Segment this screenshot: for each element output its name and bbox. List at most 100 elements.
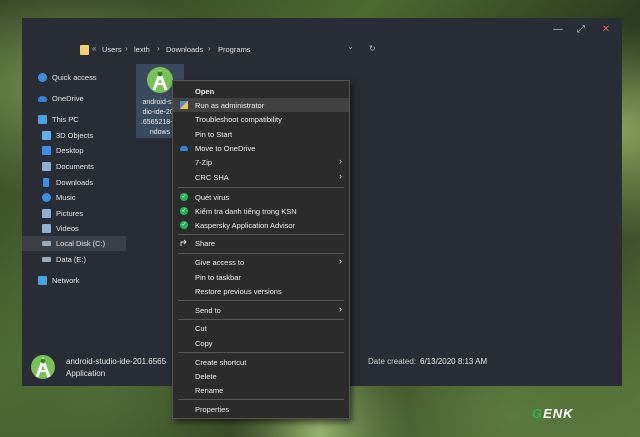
submenu-arrow-icon: › [339,156,342,166]
breadcrumb-downloads[interactable]: Downloads [166,45,203,54]
shield-icon [180,101,188,109]
menu-item-delete[interactable]: Delete [173,369,349,383]
nav-label: 3D Objects [56,131,94,140]
video-icon [42,224,51,233]
breadcrumb-separator: › [125,44,128,53]
computer-icon [38,115,47,124]
disk-icon [42,257,51,262]
nav-label: Music [56,193,76,202]
menu-item-properties[interactable]: Properties [173,402,349,416]
share-icon [180,239,187,246]
menu-separator [178,187,344,188]
submenu-arrow-icon: › [339,171,342,181]
breadcrumb-lexth[interactable]: lexth [134,45,150,54]
nav-label: Local Disk (C:) [56,239,106,248]
nav-item-documents[interactable]: Documents [22,159,126,174]
star-icon [38,73,47,82]
desktop-icon [42,146,51,155]
menu-item-open[interactable]: Open [173,84,349,98]
title-bar: — ⤢ ✕ [22,18,622,42]
music-icon [42,193,51,202]
nav-label: This PC [52,115,79,124]
nav-label: Data (E:) [56,255,87,264]
cloud-icon [180,146,188,151]
nav-item-downloads[interactable]: Downloads [22,175,126,190]
menu-item-pin-to-start[interactable]: Pin to Start [173,127,349,141]
menu-item-copy[interactable]: Copy [173,336,349,350]
document-icon [42,162,51,171]
menu-item-give-access-to[interactable]: Give access to › [173,255,349,269]
cube-icon [42,131,51,140]
genk-logo: GENK [532,406,574,421]
android-studio-icon [147,67,173,93]
kaspersky-check-icon: ✓ [180,207,188,215]
minimize-button[interactable]: — [552,24,564,36]
cloud-icon [38,95,47,102]
menu-item-kaspersky-advisor[interactable]: ✓ Kaspersky Application Advisor [173,218,349,232]
nav-label: Desktop [56,146,84,155]
disk-icon [42,241,51,246]
details-date-value: 6/13/2020 8:13 AM [420,357,488,366]
menu-item-cut[interactable]: Cut [173,321,349,335]
menu-separator [178,300,344,301]
nav-item-onedrive[interactable]: OneDrive [22,91,126,106]
nav-item-quick-access[interactable]: Quick access [22,70,126,85]
android-studio-icon [31,355,55,379]
breadcrumb-users[interactable]: Users [102,45,122,54]
menu-separator [178,319,344,320]
submenu-arrow-icon: › [339,256,342,266]
nav-item-network[interactable]: Network [22,273,126,288]
download-icon [43,178,49,187]
menu-separator [178,234,344,235]
nav-item-music[interactable]: Music [22,190,126,205]
nav-label: Network [52,276,80,285]
menu-separator [178,253,344,254]
menu-item-crc-sha[interactable]: CRC SHA › [173,170,349,184]
nav-label: OneDrive [52,94,84,103]
breadcrumb-programs[interactable]: Programs [218,45,251,54]
submenu-arrow-icon: › [339,304,342,314]
nav-label: Documents [56,162,94,171]
menu-item-move-to-onedrive[interactable]: Move to OneDrive [173,141,349,155]
nav-label: Videos [56,224,79,233]
breadcrumb-separator: › [157,44,160,53]
menu-separator [178,399,344,400]
menu-item-troubleshoot-compatibility[interactable]: Troubleshoot compatibility [173,112,349,126]
maximize-button[interactable]: ⤢ [575,24,587,36]
nav-item-local-disk[interactable]: Local Disk (C:) [22,236,126,251]
nav-item-data-e[interactable]: Data (E:) [22,252,126,267]
menu-item-create-shortcut[interactable]: Create shortcut [173,355,349,369]
nav-item-3d-objects[interactable]: 3D Objects [22,128,126,143]
nav-item-pictures[interactable]: Pictures [22,206,126,221]
nav-item-videos[interactable]: Videos [22,221,126,236]
network-icon [38,276,47,285]
menu-item-send-to[interactable]: Send to › [173,303,349,317]
refresh-icon[interactable]: ↻ [369,44,376,53]
pictures-icon [42,209,51,218]
kaspersky-check-icon: ✓ [180,193,188,201]
menu-item-7-zip[interactable]: 7-Zip › [173,155,349,169]
details-date-label: Date created: [368,357,417,366]
menu-separator [178,352,344,353]
menu-item-run-as-administrator[interactable]: Run as administrator [173,98,349,112]
close-button[interactable]: ✕ [600,24,612,36]
nav-item-desktop[interactable]: Desktop [22,143,126,158]
overflow-chevron-icon[interactable]: « [92,44,96,53]
menu-item-ksn-reputation[interactable]: ✓ Kiểm tra danh tiếng trong KSN [173,204,349,218]
nav-item-this-pc[interactable]: This PC [22,112,126,127]
menu-item-share[interactable]: Share [173,236,349,250]
menu-item-pin-to-taskbar[interactable]: Pin to taskbar [173,270,349,284]
context-menu: Open Run as administrator Troubleshoot c… [172,80,350,419]
folder-icon [80,45,89,55]
breadcrumb-separator: › [208,44,211,53]
nav-label: Pictures [56,209,84,218]
chevron-down-icon[interactable]: ⌄ [347,42,354,51]
address-bar[interactable]: « Users › lexth › Downloads › Programs ⌄… [22,42,622,58]
menu-item-quet-virus[interactable]: ✓ Quét virus [173,190,349,204]
kaspersky-check-icon: ✓ [180,221,188,229]
details-file-type: Application [66,369,106,378]
menu-item-rename[interactable]: Rename [173,383,349,397]
nav-label: Downloads [56,178,94,187]
details-file-name: android-studio-ide-201.6565 [66,357,167,366]
menu-item-restore-previous-versions[interactable]: Restore previous versions [173,284,349,298]
